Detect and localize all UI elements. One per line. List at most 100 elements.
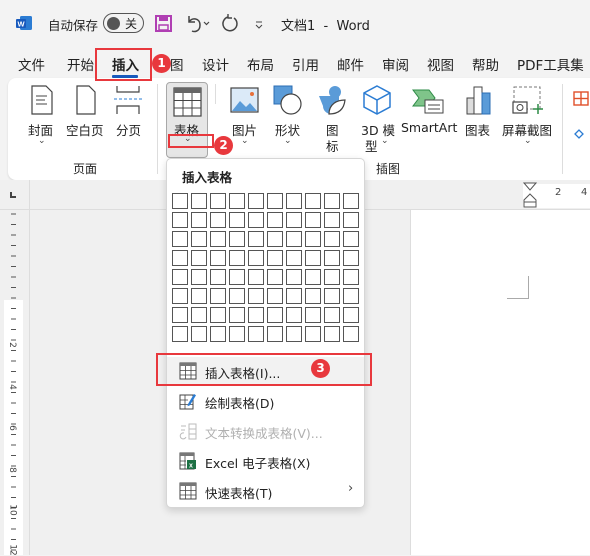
table-grid-cell[interactable] (210, 212, 226, 228)
autosave-toggle[interactable]: 关 (103, 13, 144, 33)
table-grid-cell[interactable] (210, 269, 226, 285)
table-grid-cell[interactable] (305, 307, 321, 323)
table-grid-cell[interactable] (248, 212, 264, 228)
tab-file[interactable]: 文件 (18, 54, 45, 74)
table-size-grid[interactable] (172, 193, 362, 345)
table-grid-cell[interactable] (210, 250, 226, 266)
menu-item-excel-spreadsheet[interactable]: x Excel 电子表格(X) (167, 447, 364, 475)
table-grid-cell[interactable] (324, 250, 340, 266)
table-grid-cell[interactable] (286, 212, 302, 228)
undo-icon[interactable] (185, 13, 211, 36)
table-grid-cell[interactable] (210, 193, 226, 209)
table-grid-cell[interactable] (229, 307, 245, 323)
table-grid-cell[interactable] (229, 269, 245, 285)
table-grid-cell[interactable] (324, 269, 340, 285)
table-grid-cell[interactable] (229, 326, 245, 342)
tab-help[interactable]: 帮助 (472, 54, 499, 74)
table-grid-cell[interactable] (324, 193, 340, 209)
table-grid-cell[interactable] (191, 193, 207, 209)
table-grid-cell[interactable] (191, 326, 207, 342)
icons-button[interactable]: 图 标 (317, 84, 349, 154)
tab-home[interactable]: 开始 (67, 54, 94, 74)
menu-item-draw-table[interactable]: 绘制表格(D) (167, 387, 364, 415)
table-grid-cell[interactable] (229, 231, 245, 247)
table-grid-cell[interactable] (305, 212, 321, 228)
table-grid-cell[interactable] (343, 326, 359, 342)
tab-mailings[interactable]: 邮件 (337, 54, 364, 74)
table-grid-cell[interactable] (267, 250, 283, 266)
table-grid-cell[interactable] (324, 326, 340, 342)
customize-quick-access-icon[interactable] (254, 18, 264, 33)
table-grid-cell[interactable] (305, 326, 321, 342)
table-grid-cell[interactable] (305, 250, 321, 266)
table-grid-cell[interactable] (305, 288, 321, 304)
table-grid-cell[interactable] (248, 269, 264, 285)
table-grid-cell[interactable] (210, 326, 226, 342)
table-grid-cell[interactable] (229, 193, 245, 209)
table-grid-cell[interactable] (343, 231, 359, 247)
table-grid-cell[interactable] (286, 307, 302, 323)
table-grid-cell[interactable] (248, 307, 264, 323)
document-page[interactable] (410, 210, 590, 555)
tab-layout[interactable]: 布局 (247, 54, 274, 74)
table-grid-cell[interactable] (191, 288, 207, 304)
table-grid-cell[interactable] (343, 307, 359, 323)
table-grid-cell[interactable] (191, 307, 207, 323)
table-grid-cell[interactable] (210, 288, 226, 304)
blank-page-button[interactable]: 空白页 (66, 84, 104, 138)
table-grid-cell[interactable] (248, 326, 264, 342)
table-grid-cell[interactable] (172, 307, 188, 323)
screenshot-button[interactable]: 屏幕截图 ⌄ (502, 84, 554, 150)
table-grid-cell[interactable] (210, 307, 226, 323)
shapes-button[interactable]: 形状 ⌄ (272, 84, 304, 150)
table-grid-cell[interactable] (343, 212, 359, 228)
table-grid-cell[interactable] (267, 326, 283, 342)
table-grid-cell[interactable] (305, 231, 321, 247)
table-grid-cell[interactable] (172, 326, 188, 342)
table-grid-cell[interactable] (172, 193, 188, 209)
table-grid-cell[interactable] (286, 288, 302, 304)
pictures-button[interactable]: 图片 ⌄ (229, 84, 261, 150)
save-icon[interactable] (155, 15, 172, 35)
table-grid-cell[interactable] (343, 250, 359, 266)
tab-view[interactable]: 视图 (427, 54, 454, 74)
table-grid-cell[interactable] (191, 231, 207, 247)
page-break-button[interactable]: 分页 (112, 84, 144, 138)
table-grid-cell[interactable] (229, 288, 245, 304)
table-grid-cell[interactable] (267, 193, 283, 209)
links-icon[interactable] (572, 124, 590, 143)
table-grid-cell[interactable] (172, 288, 188, 304)
cover-page-button[interactable]: 封面 ⌄ (26, 84, 58, 150)
3d-models-button[interactable]: 3D 模 型 ⌄ (360, 84, 396, 154)
tab-references[interactable]: 引用 (292, 54, 319, 74)
tab-pdf-tools[interactable]: PDF工具集 (517, 54, 584, 74)
table-grid-cell[interactable] (305, 193, 321, 209)
table-grid-cell[interactable] (286, 193, 302, 209)
table-grid-cell[interactable] (172, 269, 188, 285)
tab-review[interactable]: 审阅 (382, 54, 409, 74)
table-grid-cell[interactable] (191, 250, 207, 266)
table-grid-cell[interactable] (324, 288, 340, 304)
redo-icon[interactable] (222, 13, 240, 36)
table-grid-cell[interactable] (267, 231, 283, 247)
smartart-button[interactable]: SmartArt (401, 84, 457, 136)
tab-design[interactable]: 设计 (202, 54, 229, 74)
ruler-corner-tab-selector[interactable] (10, 192, 16, 198)
tab-draw[interactable]: 图 (170, 54, 184, 74)
table-grid-cell[interactable] (267, 269, 283, 285)
table-grid-cell[interactable] (286, 326, 302, 342)
table-grid-cell[interactable] (343, 288, 359, 304)
table-grid-cell[interactable] (343, 193, 359, 209)
table-grid-cell[interactable] (248, 193, 264, 209)
table-grid-cell[interactable] (343, 269, 359, 285)
table-grid-cell[interactable] (172, 250, 188, 266)
table-grid-cell[interactable] (248, 288, 264, 304)
table-grid-cell[interactable] (267, 307, 283, 323)
table-grid-cell[interactable] (286, 250, 302, 266)
table-grid-cell[interactable] (324, 231, 340, 247)
table-grid-cell[interactable] (324, 307, 340, 323)
table-grid-cell[interactable] (191, 212, 207, 228)
table-grid-cell[interactable] (172, 212, 188, 228)
table-grid-cell[interactable] (305, 269, 321, 285)
table-grid-cell[interactable] (210, 231, 226, 247)
